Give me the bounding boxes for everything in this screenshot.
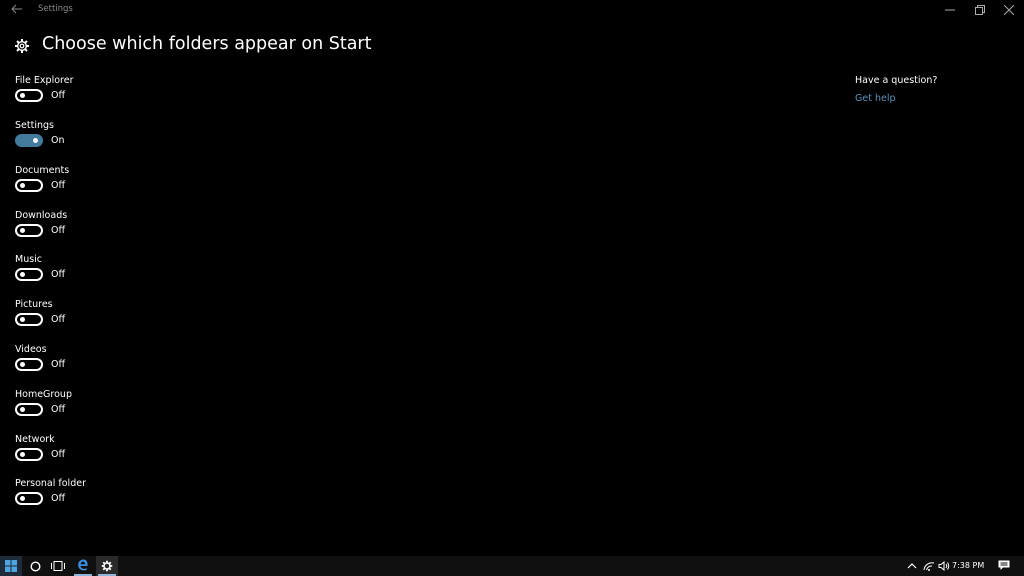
toggle-knob bbox=[20, 93, 25, 98]
folder-label: Pictures bbox=[15, 299, 53, 310]
settings-gear-icon bbox=[14, 38, 30, 54]
toggle-knob bbox=[20, 228, 25, 233]
taskbar: 7:38 PM bbox=[0, 556, 1024, 576]
get-help-link[interactable]: Get help bbox=[855, 93, 896, 104]
network-icon[interactable] bbox=[922, 556, 936, 576]
toggle-state-text: Off bbox=[51, 404, 66, 415]
task-view-icon[interactable] bbox=[48, 556, 68, 576]
toggle-state-text: Off bbox=[51, 180, 66, 191]
edge-icon[interactable] bbox=[72, 556, 94, 576]
chevron-up-icon[interactable] bbox=[905, 556, 919, 576]
toggle-knob bbox=[33, 138, 38, 143]
folder-label: Network bbox=[15, 434, 55, 445]
settings-gear-icon[interactable] bbox=[96, 556, 118, 576]
close-button[interactable] bbox=[994, 0, 1024, 20]
folder-label: Settings bbox=[15, 120, 54, 131]
toggle-state-text: Off bbox=[51, 225, 66, 236]
folder-item-pictures: Pictures Off bbox=[15, 299, 215, 339]
videos-toggle[interactable] bbox=[15, 358, 43, 371]
folder-label: Videos bbox=[15, 344, 47, 355]
toggle-knob bbox=[20, 183, 25, 188]
toggle-state-text: On bbox=[51, 135, 65, 146]
documents-toggle[interactable] bbox=[15, 179, 43, 192]
toggle-state-text: Off bbox=[51, 449, 66, 460]
folder-item-settings: Settings On bbox=[15, 120, 215, 160]
toggle-knob bbox=[20, 496, 25, 501]
settings-toggle[interactable] bbox=[15, 134, 43, 147]
folder-item-personal-folder: Personal folder Off bbox=[15, 478, 215, 518]
folder-item-network: Network Off bbox=[15, 434, 215, 474]
minimize-button[interactable] bbox=[935, 0, 965, 20]
homegroup-toggle[interactable] bbox=[15, 403, 43, 416]
folder-item-downloads: Downloads Off bbox=[15, 210, 215, 250]
folder-label: Personal folder bbox=[15, 478, 86, 489]
taskbar-clock[interactable]: 7:38 PM bbox=[952, 561, 984, 570]
toggle-knob bbox=[20, 452, 25, 457]
toggle-knob bbox=[20, 362, 25, 367]
window-title: Settings bbox=[38, 4, 73, 14]
help-question: Have a question? bbox=[855, 75, 938, 86]
pictures-toggle[interactable] bbox=[15, 313, 43, 326]
network-toggle[interactable] bbox=[15, 448, 43, 461]
back-arrow-icon[interactable] bbox=[8, 2, 26, 18]
folder-label: File Explorer bbox=[15, 75, 74, 86]
toggle-knob bbox=[20, 407, 25, 412]
folder-item-documents: Documents Off bbox=[15, 165, 215, 205]
page-title: Choose which folders appear on Start bbox=[42, 34, 372, 54]
file-explorer-toggle[interactable] bbox=[15, 89, 43, 102]
music-toggle[interactable] bbox=[15, 268, 43, 281]
toggle-state-text: Off bbox=[51, 359, 66, 370]
folder-label: Music bbox=[15, 254, 43, 265]
action-center-icon[interactable] bbox=[996, 556, 1012, 576]
folder-item-videos: Videos Off bbox=[15, 344, 215, 384]
toggle-state-text: Off bbox=[51, 269, 66, 280]
folder-item-music: Music Off bbox=[15, 254, 215, 294]
cortana-circle-icon[interactable] bbox=[26, 556, 44, 576]
restore-button[interactable] bbox=[965, 0, 995, 20]
folder-label: HomeGroup bbox=[15, 389, 72, 400]
volume-icon[interactable] bbox=[937, 556, 951, 576]
folder-label: Downloads bbox=[15, 210, 68, 221]
personal-folder-toggle[interactable] bbox=[15, 492, 43, 505]
downloads-toggle[interactable] bbox=[15, 224, 43, 237]
folder-label: Documents bbox=[15, 165, 70, 176]
toggle-state-text: Off bbox=[51, 90, 66, 101]
toggle-knob bbox=[20, 317, 25, 322]
toggle-state-text: Off bbox=[51, 314, 66, 325]
title-bar: Settings bbox=[0, 0, 1024, 22]
windows-start-icon[interactable] bbox=[0, 556, 22, 576]
toggle-knob bbox=[20, 272, 25, 277]
folder-item-homegroup: HomeGroup Off bbox=[15, 389, 215, 429]
toggle-state-text: Off bbox=[51, 493, 66, 504]
folder-item-file-explorer: File Explorer Off bbox=[15, 75, 215, 115]
